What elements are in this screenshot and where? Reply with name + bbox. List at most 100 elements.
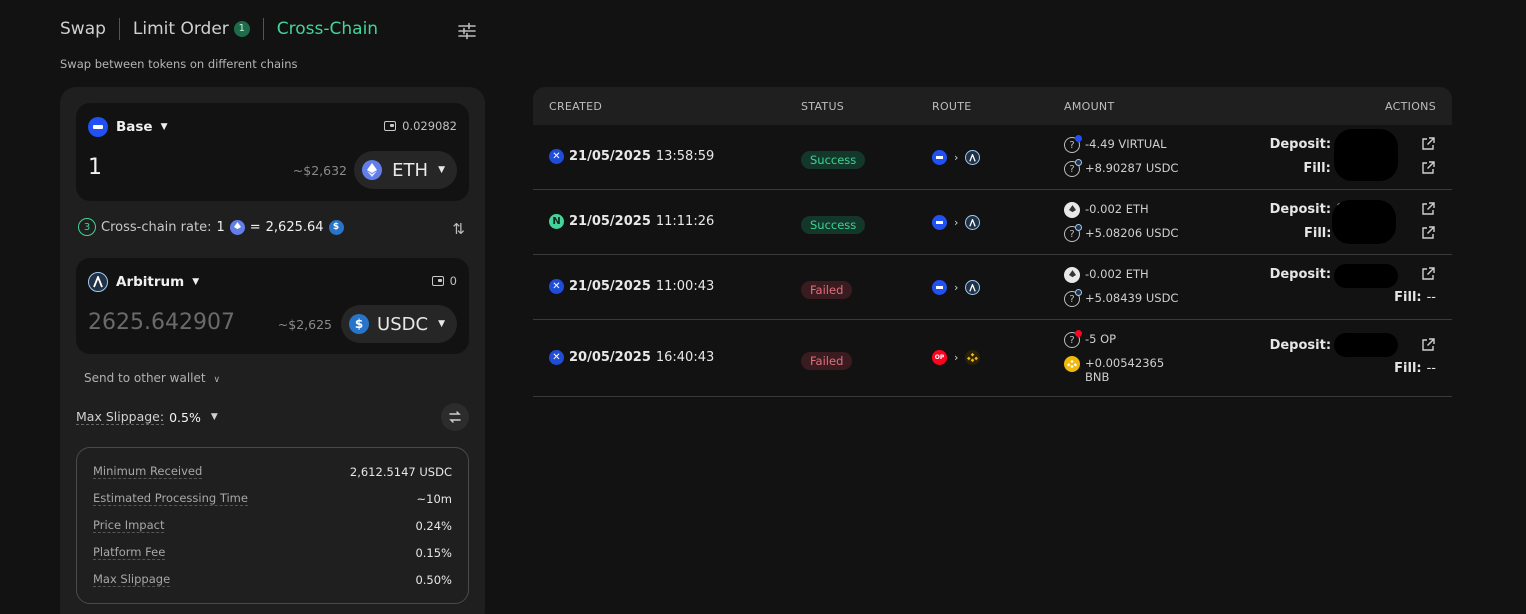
bridge-provider-icon: ✕ xyxy=(549,149,564,164)
settings-sliders-icon[interactable] xyxy=(456,20,478,42)
summary-row: Estimated Processing Time ~10m xyxy=(93,485,452,512)
from-chain-label: Base xyxy=(116,119,153,135)
amount-cell: -0.002 ETH ? +5.08206 USDC xyxy=(1064,190,1264,255)
status-badge: Failed xyxy=(801,352,853,370)
max-slippage-value: 0.5% xyxy=(169,409,201,425)
summary-key: Estimated Processing Time xyxy=(93,491,248,506)
tab-swap[interactable]: Swap xyxy=(60,19,106,39)
header-actions: ACTIONS xyxy=(1385,99,1436,113)
deposit-label: Deposit: xyxy=(1269,136,1332,152)
usdc-mini-icon: $ xyxy=(328,219,344,235)
chevron-right-icon: › xyxy=(954,151,959,164)
created-date: 21/05/2025 xyxy=(569,214,651,229)
to-token-symbol: USDC xyxy=(377,313,429,335)
base-chain-icon xyxy=(932,280,947,295)
from-token-symbol: ETH xyxy=(392,159,429,181)
limit-order-count-badge: 1 xyxy=(233,20,250,37)
created-cell: ✕ 21/05/2025 11:00:43 xyxy=(549,279,714,294)
summary-value: ~10m xyxy=(416,491,452,506)
from-balance-value: 0.029082 xyxy=(402,119,457,133)
external-link-icon[interactable] xyxy=(1420,160,1436,176)
wallet-icon xyxy=(384,121,397,131)
redacted-address xyxy=(1332,200,1396,244)
table-row[interactable]: N 21/05/2025 11:11:26 Success › -0.002 E… xyxy=(533,190,1452,255)
summary-key: Platform Fee xyxy=(93,545,166,560)
created-cell: ✕ 21/05/2025 13:58:59 xyxy=(549,149,714,164)
eth-token-icon xyxy=(1064,202,1080,218)
optimism-chain-icon: OP xyxy=(932,350,947,365)
route-switch-icon[interactable] xyxy=(441,403,469,431)
redacted-address xyxy=(1334,333,1398,357)
fill-value: -- xyxy=(1426,361,1436,376)
amount-sent: -0.002 ETH xyxy=(1085,267,1149,281)
table-row[interactable]: ✕ 21/05/2025 11:00:43 Failed › -0.002 ET… xyxy=(533,255,1452,320)
swap-direction-icon[interactable]: ⇅ xyxy=(452,220,465,238)
base-chain-icon xyxy=(932,150,947,165)
amount-received-symbol: BNB xyxy=(1085,370,1110,384)
header-route: ROUTE xyxy=(932,99,972,113)
amount-sent: -5 OP xyxy=(1085,332,1117,346)
fill-label: Fill: xyxy=(1394,361,1422,376)
tab-limit-order-label: Limit Order xyxy=(132,19,229,39)
from-amount-input[interactable] xyxy=(88,155,268,180)
table-row[interactable]: ✕ 20/05/2025 16:40:43 Failed OP › ? -5 OP… xyxy=(533,320,1452,397)
arbitrum-chain-icon xyxy=(88,272,108,292)
chevron-down-icon: ▼ xyxy=(160,122,168,132)
eth-token-icon xyxy=(1064,267,1080,283)
chevron-right-icon: › xyxy=(954,281,959,294)
unknown-token-icon: ? xyxy=(1064,135,1082,153)
external-link-icon[interactable] xyxy=(1420,266,1436,282)
bnb-chain-icon xyxy=(965,350,981,365)
chevron-right-icon: › xyxy=(954,351,959,364)
cross-chain-orders-table: CREATED STATUS ROUTE AMOUNT ACTIONS ✕ 21… xyxy=(533,87,1452,397)
tab-limit-order[interactable]: Limit Order 1 xyxy=(133,19,250,39)
to-chain-selector[interactable]: Arbitrum ▼ xyxy=(88,272,199,292)
amount-received: +5.08206 USDC xyxy=(1085,226,1179,240)
tab-cross-chain[interactable]: Cross-Chain xyxy=(277,19,378,39)
rate-label: Cross-chain rate: xyxy=(101,219,212,235)
rate-equals: = xyxy=(249,219,261,235)
table-row[interactable]: ✕ 21/05/2025 13:58:59 Success › ? -4.49 V… xyxy=(533,125,1452,190)
to-chain-label: Arbitrum xyxy=(116,274,185,290)
deposit-label: Deposit: xyxy=(1269,266,1332,282)
chevron-down-icon: ▼ xyxy=(438,165,445,175)
from-balance: 0.029082 xyxy=(384,119,457,133)
rate-lhs: 1 xyxy=(216,219,225,235)
actions-cell: Deposit:0x Fill:-- xyxy=(1236,320,1436,397)
to-token-selector[interactable]: $ USDC ▼ xyxy=(341,305,457,343)
deposit-label: Deposit: xyxy=(1269,337,1332,353)
summary-row: Max Slippage 0.50% xyxy=(93,566,452,593)
eth-mini-icon xyxy=(229,219,245,235)
chevron-right-icon: › xyxy=(954,216,959,229)
summary-key: Price Impact xyxy=(93,518,165,533)
from-token-selector[interactable]: ETH ▼ xyxy=(354,151,457,189)
arbitrum-chain-icon xyxy=(965,150,981,165)
send-to-other-wallet[interactable]: Send to other wallet ∨ xyxy=(84,371,220,385)
route-cell: › xyxy=(932,150,981,165)
rate-rhs: 2,625.64 xyxy=(265,219,324,235)
to-balance: 0 xyxy=(431,274,457,288)
refresh-countdown-icon[interactable]: 3 xyxy=(78,218,96,236)
to-usd-value: ~$2,625 xyxy=(277,317,332,332)
to-amount-input[interactable] xyxy=(88,310,258,335)
base-chain-icon xyxy=(88,117,108,137)
bridge-provider-icon: ✕ xyxy=(549,350,564,365)
created-cell: ✕ 20/05/2025 16:40:43 xyxy=(549,350,714,365)
fill-label: Fill: xyxy=(1394,290,1422,305)
amount-sent: -0.002 ETH xyxy=(1085,202,1149,216)
fill-value: -- xyxy=(1426,290,1436,305)
created-date: 21/05/2025 xyxy=(569,149,651,164)
created-time: 13:58:59 xyxy=(655,149,715,164)
amount-received: +0.00542365 xyxy=(1085,356,1165,370)
created-time: 11:11:26 xyxy=(655,214,715,229)
external-link-icon[interactable] xyxy=(1420,136,1436,152)
actions-cell: Deposit:0x Fill:-- xyxy=(1236,255,1436,320)
external-link-icon[interactable] xyxy=(1420,337,1436,353)
external-link-icon[interactable] xyxy=(1420,201,1436,217)
external-link-icon[interactable] xyxy=(1420,225,1436,241)
slippage-dropdown-icon[interactable]: ▼ xyxy=(211,412,218,422)
from-chain-selector[interactable]: Base ▼ xyxy=(88,117,168,137)
redacted-address xyxy=(1334,264,1398,288)
actions-cell: Deposit:0x Fill:0xe xyxy=(1236,190,1436,255)
route-cell: › xyxy=(932,280,981,295)
